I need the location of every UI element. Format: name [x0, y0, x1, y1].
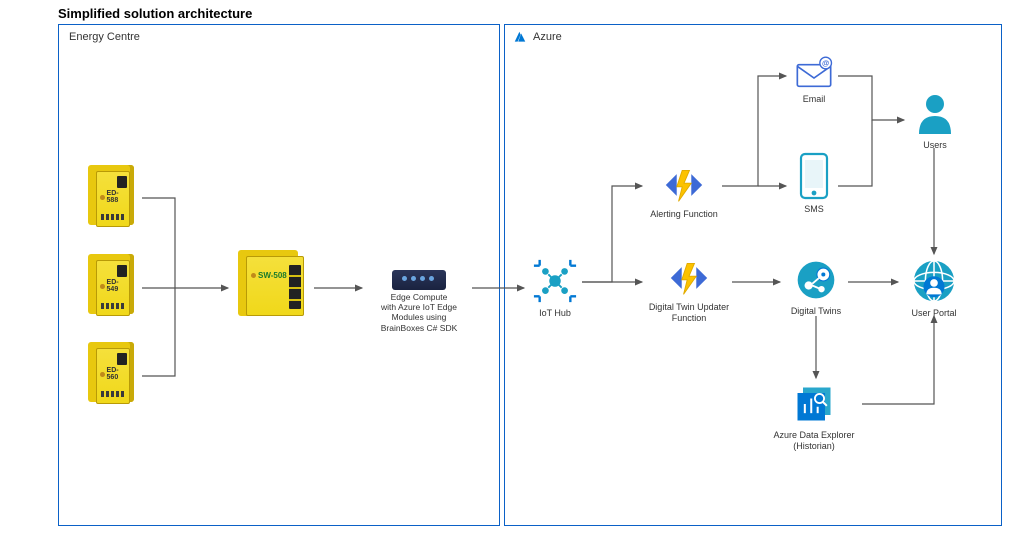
device-ed549: ED-549: [82, 254, 140, 322]
users-icon: [915, 92, 955, 136]
azure-label: Azure: [533, 31, 562, 43]
digital-twins-label: Digital Twins: [784, 306, 848, 317]
iot-hub: IoT Hub: [528, 258, 582, 319]
user-portal: User Portal: [902, 258, 966, 319]
alerting-function-label: Alerting Function: [644, 209, 724, 220]
edge-compute-label: Edge Compute with Azure IoT Edge Modules…: [364, 292, 474, 333]
device-ed588: ED-588: [82, 165, 140, 233]
sms-icon: [797, 152, 831, 200]
diagram-title: Simplified solution architecture: [58, 6, 252, 21]
energy-centre-label: Energy Centre: [69, 31, 140, 43]
email-label: Email: [790, 94, 838, 105]
alerting-function: Alerting Function: [644, 165, 724, 220]
function-icon: [662, 165, 706, 205]
email: @ Email: [790, 56, 838, 105]
sms-label: SMS: [790, 204, 838, 215]
azure-icon: [513, 30, 527, 44]
function-icon: [667, 258, 711, 298]
sms: SMS: [790, 152, 838, 215]
digital-twin-updater-label: Digital Twin Updater Function: [644, 302, 734, 324]
user-portal-icon: [911, 258, 957, 304]
users: Users: [908, 92, 962, 151]
digital-twins-icon: [794, 258, 838, 302]
iot-hub-icon: [532, 258, 578, 304]
users-label: Users: [908, 140, 962, 151]
digital-twin-updater: Digital Twin Updater Function: [644, 258, 734, 324]
azure-data-explorer: Azure Data Explorer (Historian): [762, 382, 866, 452]
email-icon: @: [794, 56, 834, 90]
edge-compute: Edge Compute with Azure IoT Edge Modules…: [364, 270, 474, 333]
user-portal-label: User Portal: [902, 308, 966, 319]
digital-twins: Digital Twins: [784, 258, 848, 317]
svg-text:@: @: [822, 59, 829, 68]
adx-label: Azure Data Explorer (Historian): [762, 430, 866, 452]
device-sw508: SW-508: [236, 250, 314, 326]
iot-hub-label: IoT Hub: [528, 308, 582, 319]
adx-icon: [792, 382, 836, 426]
device-ed560: ED-560: [82, 342, 140, 410]
